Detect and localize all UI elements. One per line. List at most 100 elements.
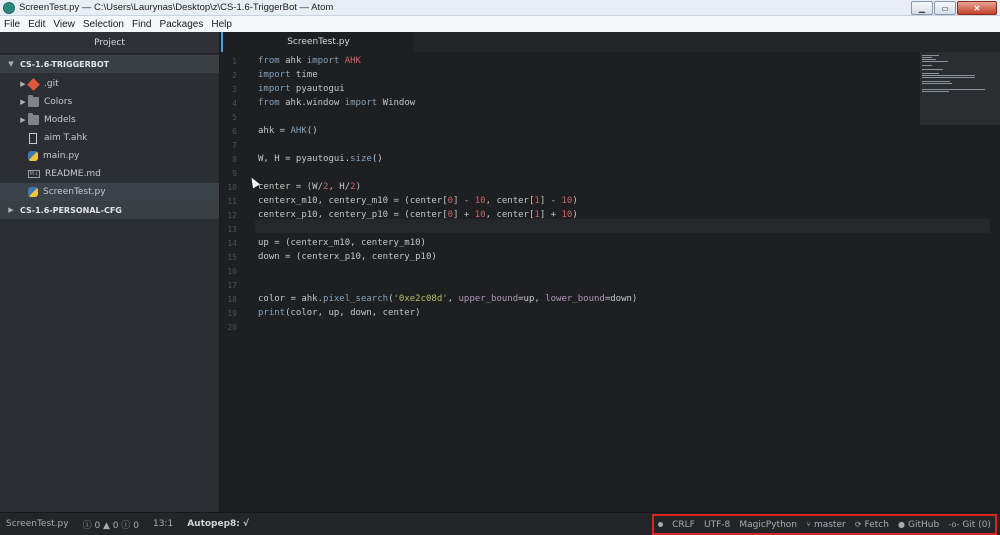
line-number: 2 — [232, 71, 237, 80]
close-button[interactable]: ✕ — [957, 1, 997, 15]
tree-item-label: Colors — [44, 97, 73, 107]
menu-packages[interactable]: Packages — [159, 19, 203, 30]
tab-screentest-py[interactable]: ScreenTest.py — [221, 32, 414, 52]
tree-item-label: main.py — [43, 151, 80, 161]
folder-icon — [28, 113, 39, 125]
tree-item-models[interactable]: ▶ Models — [0, 111, 219, 129]
tab-bar: ScreenTest.py — [221, 32, 1000, 52]
code-editor[interactable]: 1 2 3 4 5 6 7 8 9 10 11 12 13 14 15 16 17 18 19 20 from ahk… — [221, 52, 1000, 512]
branch-label: master — [813, 519, 846, 530]
tree-item-screentest-py[interactable]: ScreenTest.py — [0, 183, 219, 201]
tree-header[interactable]: Project — [0, 32, 219, 54]
status-file-path[interactable]: ScreenTest.py — [6, 519, 69, 529]
code-line: down = (centerx_p10, centery_p10) — [258, 252, 437, 262]
status-line-ending[interactable]: CRLF — [672, 520, 695, 530]
folder-icon — [28, 95, 39, 107]
minimap-line — [922, 69, 943, 70]
code-line: centerx_p10, centery_p10 = (center[0] + … — [258, 210, 578, 220]
minimap-line — [922, 73, 940, 74]
chevron-right-icon: ▶ — [20, 116, 26, 124]
status-cursor-position[interactable]: 13:1 — [153, 519, 173, 529]
line-number: 10 — [227, 183, 237, 192]
minimap-line — [922, 55, 940, 56]
project-name: CS-1.6-TRIGGERBOT — [20, 59, 110, 69]
minimap-line — [922, 75, 976, 76]
line-number: 6 — [232, 127, 237, 136]
menu-edit[interactable]: Edit — [28, 19, 45, 30]
git-label: Git (0) — [962, 519, 991, 530]
line-number: 18 — [227, 295, 237, 304]
minimap-line — [922, 81, 950, 82]
atom-app-icon — [3, 1, 15, 14]
line-number: 12 — [227, 211, 237, 220]
menu-find[interactable]: Find — [132, 19, 151, 30]
status-fetch[interactable]: ⟳ Fetch — [855, 520, 889, 530]
line-number: 14 — [227, 239, 237, 248]
status-autopep8[interactable]: Autopep8: √ — [187, 519, 249, 529]
code-line: color = ahk.pixel_search('0xe2c08d', upp… — [258, 294, 638, 304]
code-line: from ahk import AHK — [258, 56, 361, 66]
menu-file[interactable]: File — [4, 19, 20, 30]
project-tree-panel: Project ▼ CS-1.6-TRIGGERBOT ▶ .git ▶ Col… — [0, 32, 220, 512]
python-icon — [28, 187, 38, 197]
tree-item-label: aim T.ahk — [44, 133, 88, 143]
code-line: import time — [258, 70, 318, 80]
menu-help[interactable]: Help — [211, 19, 232, 30]
code-line: up = (centerx_m10, centery_m10) — [258, 238, 426, 248]
minimize-button[interactable]: ▁ — [911, 1, 933, 15]
minimap-line — [922, 91, 949, 92]
tree-item-main-py[interactable]: main.py — [0, 147, 219, 165]
menu-selection[interactable]: Selection — [83, 19, 124, 30]
status-branch[interactable]: ⑂ master — [806, 520, 846, 530]
line-number: 7 — [232, 141, 237, 150]
project-folder-personal-cfg[interactable]: ▶ CS-1.6-PERSONAL-CFG — [0, 201, 219, 219]
minimap-line — [922, 77, 976, 78]
github-label: GitHub — [908, 519, 940, 530]
status-right-highlight-box: CRLF UTF-8 MagicPython ⑂ master ⟳ Fetch ● G… — [652, 514, 997, 535]
line-number: 20 — [227, 323, 237, 332]
line-number: 3 — [232, 85, 237, 94]
git-branch-icon: ⑂ — [806, 519, 811, 529]
github-icon: ● — [898, 519, 906, 529]
code-line: from ahk.window import Window — [258, 98, 416, 108]
status-git[interactable]: -o- Git (0) — [948, 520, 991, 530]
status-encoding[interactable]: UTF-8 — [704, 520, 730, 530]
line-number: 17 — [227, 281, 237, 290]
line-number: 16 — [227, 267, 237, 276]
status-github[interactable]: ● GitHub — [898, 520, 939, 530]
python-icon — [28, 151, 38, 161]
minimap[interactable] — [920, 52, 1000, 125]
line-number: 8 — [232, 155, 237, 164]
status-grammar[interactable]: MagicPython — [739, 520, 797, 530]
project-name: CS-1.6-PERSONAL-CFG — [20, 205, 122, 215]
tree-item-aim-ahk[interactable]: aim T.ahk — [0, 129, 219, 147]
menu-view[interactable]: View — [53, 19, 75, 30]
minimap-line — [922, 57, 932, 58]
minimap-line — [922, 89, 985, 90]
chevron-right-icon: ▶ — [20, 98, 26, 106]
line-number: 5 — [232, 113, 237, 122]
code-line: print(color, up, down, center) — [258, 308, 421, 318]
cursor-line-highlight — [255, 219, 990, 233]
title-bar: ScreenTest.py — C:\Users\Laurynas\Deskto… — [0, 0, 1000, 16]
code-line: center = (W/2, H/2) — [258, 182, 361, 192]
code-line: W, H = pyautogui.size() — [258, 154, 383, 164]
file-icon — [29, 132, 37, 144]
line-number: 9 — [232, 169, 237, 178]
chevron-right-icon: ▶ — [8, 206, 14, 214]
status-diagnostics[interactable]: ⓘ 0 ▲ 0 ⓘ 0 — [83, 518, 139, 531]
sync-icon: ⟳ — [854, 519, 862, 529]
modified-dot-icon — [658, 522, 663, 527]
minimap-line — [922, 83, 952, 84]
chevron-down-icon: ▼ — [8, 60, 14, 68]
maximize-button[interactable]: ▭ — [934, 1, 956, 15]
line-number: 11 — [227, 197, 237, 206]
markdown-icon: M↓ — [28, 170, 40, 178]
tree-item-git[interactable]: ▶ .git — [0, 75, 219, 93]
status-bar: ScreenTest.py ⓘ 0 ▲ 0 ⓘ 0 13:1 Autopep8:… — [0, 512, 1000, 535]
line-number: 19 — [227, 309, 237, 318]
tree-item-readme[interactable]: M↓ README.md — [0, 165, 219, 183]
menu-bar: File Edit View Selection Find Packages H… — [0, 16, 1000, 32]
tree-item-colors[interactable]: ▶ Colors — [0, 93, 219, 111]
project-folder-triggerbot[interactable]: ▼ CS-1.6-TRIGGERBOT — [0, 55, 219, 73]
